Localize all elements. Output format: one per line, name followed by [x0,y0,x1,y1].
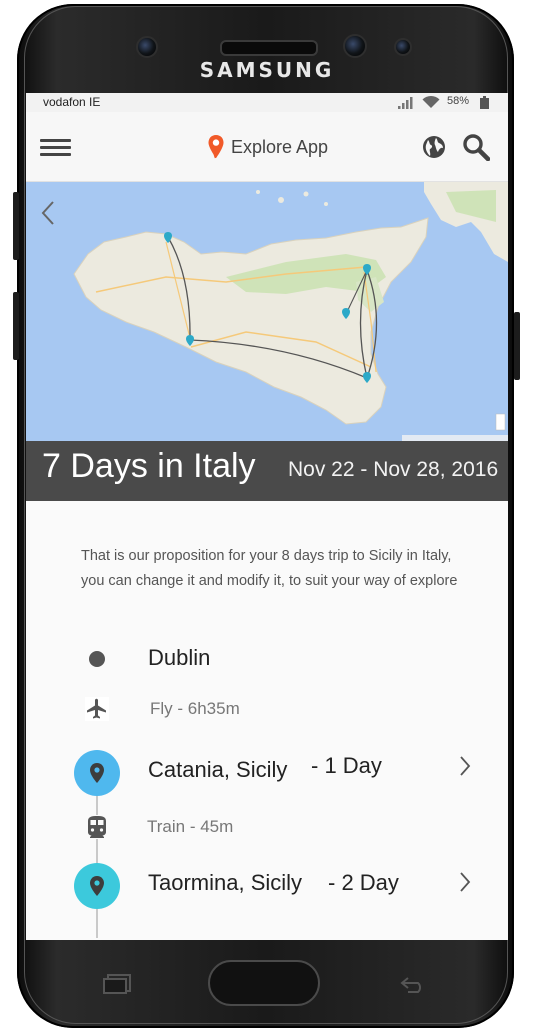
volume-up-button [13,192,19,260]
stop-taormina-duration: - 2 Day [328,870,399,895]
location-pin-logo-icon [208,135,224,159]
train-icon [86,815,108,839]
stop-taormina-chevron-icon[interactable] [458,871,472,893]
location-pin-icon [90,876,104,896]
front-camera [343,34,367,58]
app-bar: Explore App [26,112,508,182]
stop-catania-duration: - 1 Day [311,753,382,778]
trip-intro: That is our proposition for your 8 days … [81,544,491,594]
stop-catania-city[interactable]: Catania, Sicily [148,757,287,783]
app-screen: vodafon IE 58% Explore App 7 Days in Ita… [26,93,508,940]
start-city: Dublin [148,645,211,670]
back-key-icon[interactable] [398,974,428,994]
trip-dates: Nov 22 - Nov 28, 2016 [288,458,499,481]
globe-icon[interactable] [422,135,446,159]
map-zoom-control [495,413,506,431]
iris-sensor [394,38,412,56]
volume-down-button [13,292,19,360]
stop-catania-chevron-icon[interactable] [458,755,472,777]
leg-train-label: Train - 45m [147,817,234,836]
battery-icon [480,96,489,109]
aeolian-island [303,191,309,197]
app-logo: Explore App [207,134,328,160]
signal-icon [398,97,413,109]
stop-catania-pin[interactable] [74,750,120,796]
aeolian-island [256,190,260,194]
power-button [514,312,520,380]
location-pin-icon [90,763,104,783]
map-back-chevron-icon[interactable] [40,200,56,226]
trip-title: 7 Days in Italy [42,447,256,485]
home-button[interactable] [208,960,320,1006]
front-sensor [136,36,158,58]
device-brand: SAMSUNG [199,58,335,82]
start-dot-icon [89,651,105,667]
app-title: Explore App [231,136,329,157]
recent-apps-key-icon[interactable] [102,973,132,995]
aeolian-island [324,202,328,206]
intro-line: you can change it and modify it, to suit… [81,573,458,589]
leg-fly-label: Fly - 6h35m [150,699,240,718]
stop-taormina-city[interactable]: Taormina, Sicily [148,870,302,896]
carrier-name: vodafon IE [43,95,101,109]
map-canvas [26,182,508,441]
airplane-icon [85,697,109,721]
search-icon[interactable] [462,133,490,161]
stop-taormina-pin[interactable] [74,863,120,909]
status-bar: vodafon IE 58% [26,93,508,112]
trip-banner: 7 Days in Italy Nov 22 - Nov 28, 2016 [26,441,508,501]
aeolian-island [278,197,284,203]
wifi-icon [422,95,440,108]
route-map[interactable] [26,182,508,441]
battery-percent: 58% [447,95,470,107]
intro-line: That is our proposition for your 8 days … [81,548,452,564]
hamburger-menu-icon[interactable] [40,139,71,157]
earpiece-speaker [220,40,318,56]
